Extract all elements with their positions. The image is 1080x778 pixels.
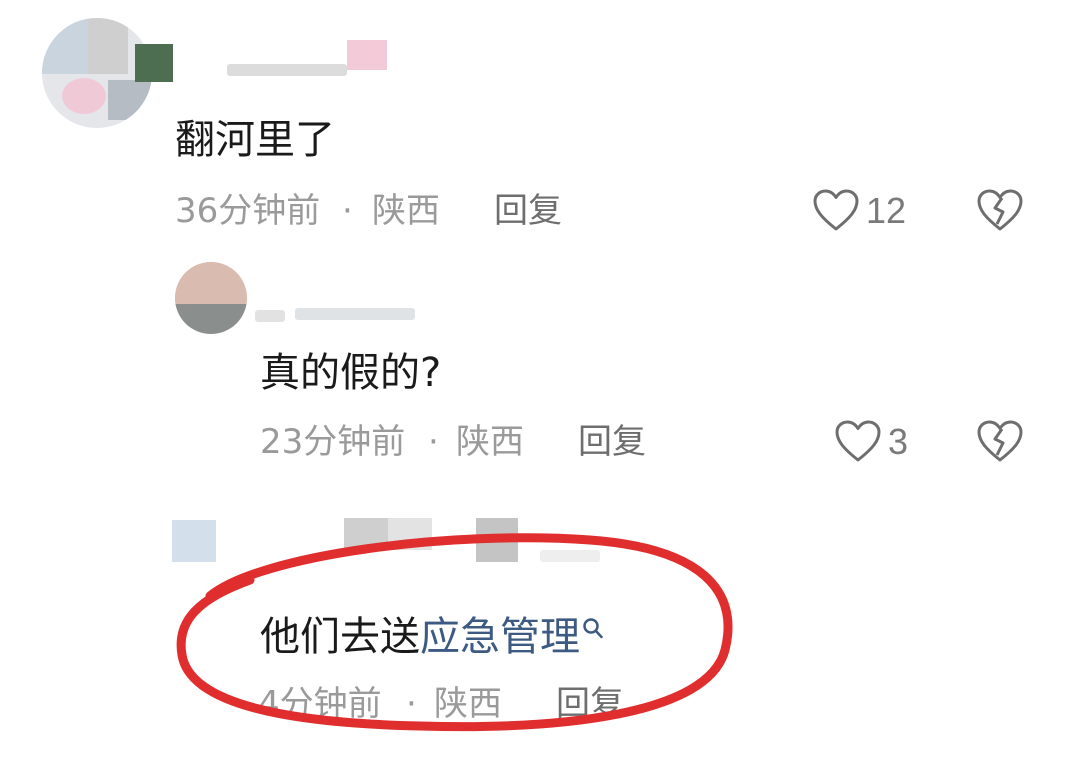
like-count: 3 xyxy=(888,421,909,462)
comment-location: 陕西 xyxy=(372,191,440,231)
like-count: 12 xyxy=(866,190,907,231)
comment-time: 4分钟前 xyxy=(258,684,382,724)
comment-text: 真的假的? xyxy=(260,350,442,396)
reply-button[interactable]: 回复 xyxy=(556,687,624,721)
username-redacted[interactable] xyxy=(255,300,425,330)
comment-location: 陕西 xyxy=(434,684,502,724)
comment-text: 他们去送应急管理 xyxy=(260,617,604,657)
reply-button[interactable]: 回复 xyxy=(578,425,646,459)
reply-button[interactable]: 回复 xyxy=(494,194,562,228)
username-redacted[interactable] xyxy=(135,40,405,82)
comment-location: 陕西 xyxy=(456,422,524,462)
meta-separator: · xyxy=(342,191,353,231)
comment-time: 36分钟前 xyxy=(175,191,321,231)
avatar[interactable] xyxy=(172,520,216,562)
broken-heart-icon[interactable] xyxy=(976,419,1024,463)
search-keyword-link[interactable]: 应急管理 xyxy=(420,614,580,660)
broken-heart-icon[interactable] xyxy=(976,188,1024,232)
annotation-circle xyxy=(176,533,733,732)
username-redacted[interactable] xyxy=(344,518,604,568)
heart-outline-icon[interactable] xyxy=(812,188,860,232)
comment-text: 翻河里了 xyxy=(175,117,335,163)
heart-outline-icon[interactable] xyxy=(834,419,882,463)
meta-separator: · xyxy=(428,422,439,462)
comment-time: 23分钟前 xyxy=(260,422,406,462)
avatar[interactable] xyxy=(175,262,247,334)
search-icon[interactable] xyxy=(582,617,604,641)
meta-separator: · xyxy=(406,684,417,724)
comment-text-plain: 他们去送 xyxy=(260,614,420,660)
